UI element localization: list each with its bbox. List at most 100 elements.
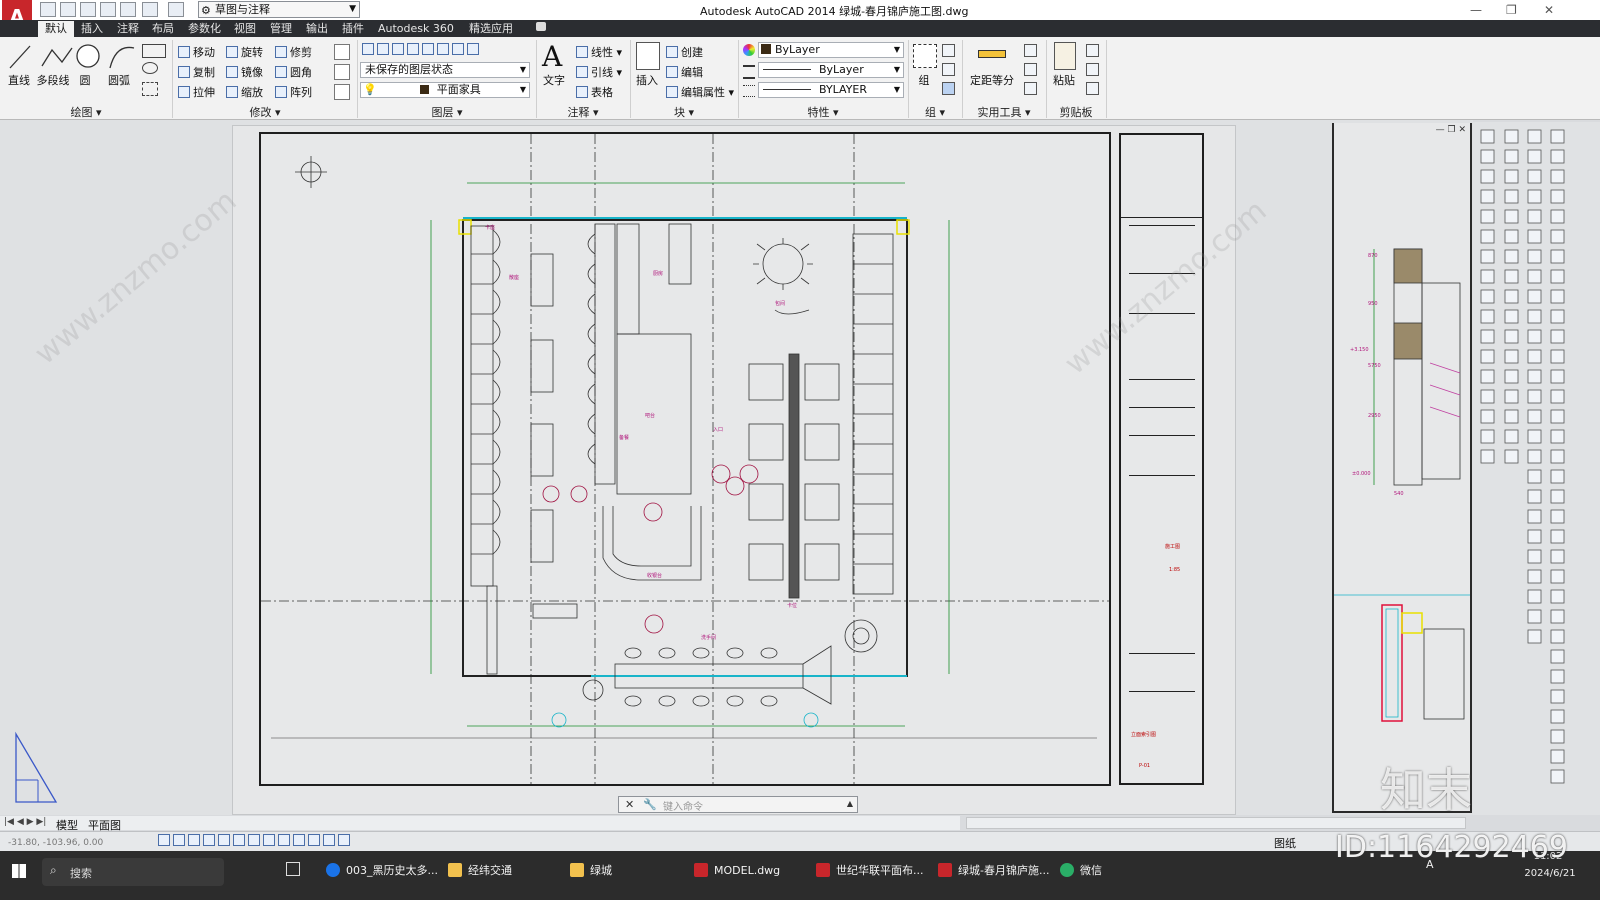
group-select-icon[interactable] (942, 82, 955, 95)
arc-tool[interactable]: 圆弧 (104, 72, 134, 88)
text-icon[interactable]: A (542, 40, 562, 73)
copy-clip-icon[interactable] (1086, 63, 1099, 76)
insert-block-icon[interactable] (636, 42, 660, 70)
quick-select-icon[interactable] (1024, 44, 1037, 57)
trim-tool[interactable]: 修剪 (275, 44, 312, 60)
taskbar-search-box[interactable]: ⌕ 搜索 (42, 858, 224, 886)
tab-plugins[interactable]: 插件 (335, 21, 371, 37)
workspace-select[interactable]: ⚙ 草图与注释 ▼ (198, 1, 360, 18)
current-layer-dropdown[interactable]: 💡 平面家具 ▼ (360, 82, 530, 98)
measure-tool[interactable]: 定距等分 (966, 72, 1018, 88)
panel-properties-label[interactable]: 特性 ▾ (738, 104, 908, 119)
copy-tool[interactable]: 复制 (178, 64, 215, 80)
save-as-icon[interactable] (100, 2, 116, 17)
windows-start-icon[interactable] (12, 864, 26, 878)
chevron-up-icon[interactable]: ▲ (847, 799, 853, 808)
restore-button[interactable]: ❐ (1506, 3, 1517, 17)
linetype-dropdown[interactable]: ByLayer ▼ (758, 62, 904, 78)
tab-parametric[interactable]: 参数化 (181, 21, 228, 37)
tab-default[interactable]: 默认 (38, 21, 74, 37)
line-tool[interactable]: 直线 (4, 72, 34, 88)
polyline-tool[interactable]: 多段线 (34, 72, 72, 88)
text-tool[interactable]: 文字 (540, 72, 568, 88)
undo-icon[interactable] (142, 2, 158, 17)
calculator-icon[interactable] (1024, 82, 1037, 95)
table-tool[interactable]: 表格 (576, 84, 613, 100)
group-tool[interactable]: 组 (913, 72, 935, 88)
taskbar-item-folder[interactable]: 绿城 (570, 858, 612, 884)
save-icon[interactable] (80, 2, 96, 17)
match-properties-icon[interactable] (1086, 82, 1099, 95)
stretch-tool[interactable]: 拉伸 (178, 84, 215, 100)
elevation-viewport[interactable]: — ❐ ✕ 870 950 5750 2950 ±0.000 540 +3.15… (1332, 123, 1472, 813)
tab-autodesk-360[interactable]: Autodesk 360 (371, 21, 461, 37)
layout-viewport[interactable]: 卡座 散座 厨房 包间 吧台 入口 洗手间 卡位 备餐 收银台 (259, 132, 1111, 786)
redo-icon[interactable] (168, 2, 184, 17)
taskbar-item-autocad[interactable]: MODEL.dwg (694, 858, 780, 884)
layer-state-dropdown[interactable]: 未保存的图层状态 ▼ (360, 62, 530, 78)
tab-layout[interactable]: 布局 (145, 21, 181, 37)
hatch-icon[interactable] (142, 82, 158, 96)
erase-icon[interactable] (334, 44, 350, 60)
command-line[interactable]: ✕ 🔧 键入命令 ▲ (618, 796, 858, 813)
task-view-icon[interactable] (286, 862, 300, 876)
clock-date[interactable]: 2024/6/21 (1520, 868, 1580, 879)
paste-icon[interactable] (1054, 42, 1076, 70)
panel-block-label[interactable]: 块 ▾ (630, 104, 738, 119)
insert-tool[interactable]: 插入 (632, 72, 662, 88)
panel-layers-label[interactable]: 图层 ▾ (358, 104, 536, 119)
taskbar-item-autocad[interactable]: 世纪华联平面布... (816, 858, 924, 884)
paste-tool[interactable]: 粘贴 (1050, 72, 1078, 88)
tab-featured-apps[interactable]: 精选应用 (462, 21, 520, 37)
array-tool[interactable]: 阵列 (275, 84, 312, 100)
tab-output[interactable]: 输出 (299, 21, 335, 37)
command-input-placeholder[interactable]: 键入命令 (663, 798, 703, 813)
wrench-icon[interactable]: 🔧 (643, 798, 657, 811)
tab-manage[interactable]: 管理 (263, 21, 299, 37)
print-icon[interactable] (120, 2, 136, 17)
edit-block-tool[interactable]: 编辑 (666, 64, 703, 80)
taskbar-item-wechat[interactable]: 微信 (1060, 858, 1102, 884)
create-block-tool[interactable]: 创建 (666, 44, 703, 60)
fillet-tool[interactable]: 圆角 (275, 64, 312, 80)
status-toggle-icons[interactable] (158, 834, 408, 848)
circle-tool[interactable]: 圆 (74, 72, 96, 88)
linear-dim-tool[interactable]: 线性 ▾ (576, 44, 622, 60)
move-tool[interactable]: 移动 (178, 44, 215, 60)
edit-attributes-tool[interactable]: 编辑属性 ▾ (666, 84, 734, 100)
explode-icon[interactable] (334, 64, 350, 80)
close-button[interactable]: ✕ (1544, 3, 1554, 17)
color-dropdown[interactable]: ByLayer ▼ (758, 42, 904, 58)
toolbar-icons[interactable] (1473, 122, 1600, 815)
tab-scroll-arrows[interactable]: |◀ ◀ ▶ ▶| (4, 817, 46, 827)
new-file-icon[interactable] (40, 2, 56, 17)
ungroup-icon[interactable] (942, 44, 955, 57)
mirror-tool[interactable]: 镜像 (226, 64, 263, 80)
scale-tool[interactable]: 缩放 (226, 84, 263, 100)
leader-tool[interactable]: 引线 ▾ (576, 64, 622, 80)
close-icon[interactable]: ✕ (625, 798, 634, 811)
ribbon-toggle-icon[interactable] (536, 22, 546, 31)
id-point-icon[interactable] (1024, 63, 1037, 76)
tab-insert[interactable]: 插入 (74, 21, 110, 37)
tab-annotate[interactable]: 注释 (110, 21, 146, 37)
rotate-tool[interactable]: 旋转 (226, 44, 263, 60)
paper-space-toggle[interactable]: 图纸 (1274, 835, 1296, 851)
ellipse-icon[interactable] (142, 62, 158, 74)
taskbar-item-folder[interactable]: 经纬交通 (448, 858, 512, 884)
group-icon[interactable] (913, 44, 937, 68)
minimize-button[interactable]: — (1470, 3, 1482, 17)
offset-icon[interactable] (334, 84, 350, 100)
layer-tool-icons[interactable] (362, 43, 532, 57)
panel-modify-label[interactable]: 修改 ▾ (172, 104, 358, 119)
rectangle-icon[interactable] (142, 44, 166, 58)
panel-clipboard-label[interactable]: 剪贴板 (1046, 104, 1106, 119)
panel-utilities-label[interactable]: 实用工具 ▾ (962, 104, 1046, 119)
cut-icon[interactable] (1086, 44, 1099, 57)
open-file-icon[interactable] (60, 2, 76, 17)
taskbar-item-autocad-active[interactable]: 绿城-春月锦庐施... (938, 858, 1049, 884)
panel-draw-label[interactable]: 绘图 ▾ (0, 104, 172, 119)
measure-icon[interactable] (978, 50, 1006, 58)
lineweight-dropdown[interactable]: BYLAYER ▼ (758, 82, 904, 98)
taskbar-item-browser[interactable]: 003_黑历史太多... (326, 858, 438, 884)
